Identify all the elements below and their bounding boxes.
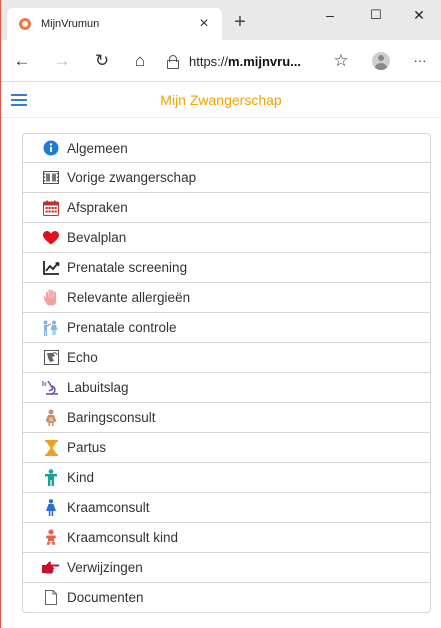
child-icon bbox=[41, 469, 61, 487]
baby-icon bbox=[41, 529, 61, 547]
url-text: https://m.mijnvru... bbox=[189, 53, 301, 69]
menu-item-label: Bevalplan bbox=[67, 230, 127, 245]
menu-item-label: Verwijzingen bbox=[67, 560, 143, 575]
menu-item-kraamconsult[interactable]: Kraamconsult bbox=[22, 493, 431, 523]
menu-item-label: Kind bbox=[67, 470, 95, 485]
tab-title: MijnVrumun bbox=[41, 18, 100, 30]
menu-item-afspraken[interactable]: Afspraken bbox=[22, 193, 431, 223]
info-icon bbox=[41, 139, 61, 157]
close-window-button[interactable]: ✕ bbox=[397, 0, 441, 32]
browser-toolbar: ← → ↻ ⌂ https://m.mijnvru... ☆ ··· bbox=[1, 40, 441, 82]
menu-item-label: Partus bbox=[67, 440, 107, 455]
menu-item-vorige-zwangerschap[interactable]: Vorige zwangerschap bbox=[22, 163, 431, 193]
refresh-button[interactable]: ↻ bbox=[89, 48, 115, 74]
menu-item-verwijzingen[interactable]: Verwijzingen bbox=[22, 553, 431, 583]
menu-item-echo[interactable]: Echo bbox=[22, 343, 431, 373]
menu-item-kind[interactable]: Kind bbox=[22, 463, 431, 493]
forward-button[interactable]: → bbox=[49, 48, 75, 74]
microscope-icon bbox=[41, 379, 61, 397]
tab-close-icon[interactable]: × bbox=[192, 15, 216, 33]
menu-item-label: Kraamconsult kind bbox=[67, 530, 179, 545]
favicon-icon bbox=[19, 18, 31, 30]
profile-avatar[interactable] bbox=[372, 52, 390, 70]
calendar-icon bbox=[41, 199, 61, 217]
maximize-button[interactable]: ☐ bbox=[353, 0, 399, 32]
menu-item-label: Documenten bbox=[67, 590, 144, 605]
menu-item-kraamconsult-kind[interactable]: Kraamconsult kind bbox=[22, 523, 431, 553]
home-button[interactable]: ⌂ bbox=[127, 48, 153, 74]
woman-icon bbox=[41, 499, 61, 517]
document-icon bbox=[41, 589, 61, 607]
back-button[interactable]: ← bbox=[9, 48, 35, 74]
menu-item-prenatale-screening[interactable]: Prenatale screening bbox=[22, 253, 431, 283]
menu-item-algemeen[interactable]: Algemeen bbox=[22, 133, 431, 163]
page-title: Mijn Zwangerschap bbox=[160, 92, 282, 108]
pointing-hand-icon bbox=[41, 559, 61, 577]
menu-item-label: Baringsconsult bbox=[67, 410, 156, 425]
menu-item-label: Algemeen bbox=[67, 140, 128, 156]
menu-list: Algemeen Vorige zwangerschap Afspraken B… bbox=[22, 133, 431, 613]
favorite-star-icon[interactable]: ☆ bbox=[328, 48, 354, 74]
app-header: Mijn Zwangerschap bbox=[1, 82, 441, 118]
pregnant-icon bbox=[41, 409, 61, 427]
echo-icon bbox=[41, 349, 61, 367]
menu-item-label: Kraamconsult bbox=[67, 500, 150, 515]
new-tab-button[interactable]: + bbox=[227, 10, 253, 36]
menu-item-relevante-allergieen[interactable]: Relevante allergieën bbox=[22, 283, 431, 313]
hamburger-menu-icon[interactable] bbox=[11, 94, 27, 106]
menu-item-labuitslag[interactable]: Labuitslag bbox=[22, 373, 431, 403]
menu-item-partus[interactable]: Partus bbox=[22, 433, 431, 463]
menu-item-label: Relevante allergieën bbox=[67, 290, 191, 305]
browser-tab[interactable]: MijnVrumun × bbox=[7, 8, 222, 40]
minimize-button[interactable]: – bbox=[307, 0, 353, 32]
menu-item-prenatale-controle[interactable]: Prenatale controle bbox=[22, 313, 431, 343]
tab-strip: MijnVrumun × + – ☐ ✕ bbox=[1, 0, 441, 40]
menu-item-label: Prenatale screening bbox=[67, 260, 188, 275]
address-bar[interactable]: https://m.mijnvru... bbox=[163, 47, 351, 75]
browser-window: MijnVrumun × + – ☐ ✕ ← → ↻ ⌂ https://m.m… bbox=[0, 0, 441, 628]
menu-item-label: Prenatale controle bbox=[67, 320, 177, 335]
hourglass-icon bbox=[41, 439, 61, 457]
menu-item-bevalplan[interactable]: Bevalplan bbox=[22, 223, 431, 253]
menu-item-documenten[interactable]: Documenten bbox=[22, 583, 431, 613]
heart-icon bbox=[41, 229, 61, 247]
menu-item-label: Labuitslag bbox=[67, 380, 129, 395]
menu-item-label: Afspraken bbox=[67, 200, 128, 215]
people-icon bbox=[41, 319, 61, 337]
chart-icon bbox=[41, 259, 61, 277]
menu-item-label: Vorige zwangerschap bbox=[67, 170, 197, 185]
menu-item-label: Echo bbox=[67, 350, 98, 365]
lock-icon bbox=[167, 55, 179, 69]
more-options-button[interactable]: ··· bbox=[407, 48, 433, 74]
menu-item-baringsconsult[interactable]: Baringsconsult bbox=[22, 403, 431, 433]
hand-icon bbox=[41, 289, 61, 307]
film-icon bbox=[41, 169, 61, 187]
